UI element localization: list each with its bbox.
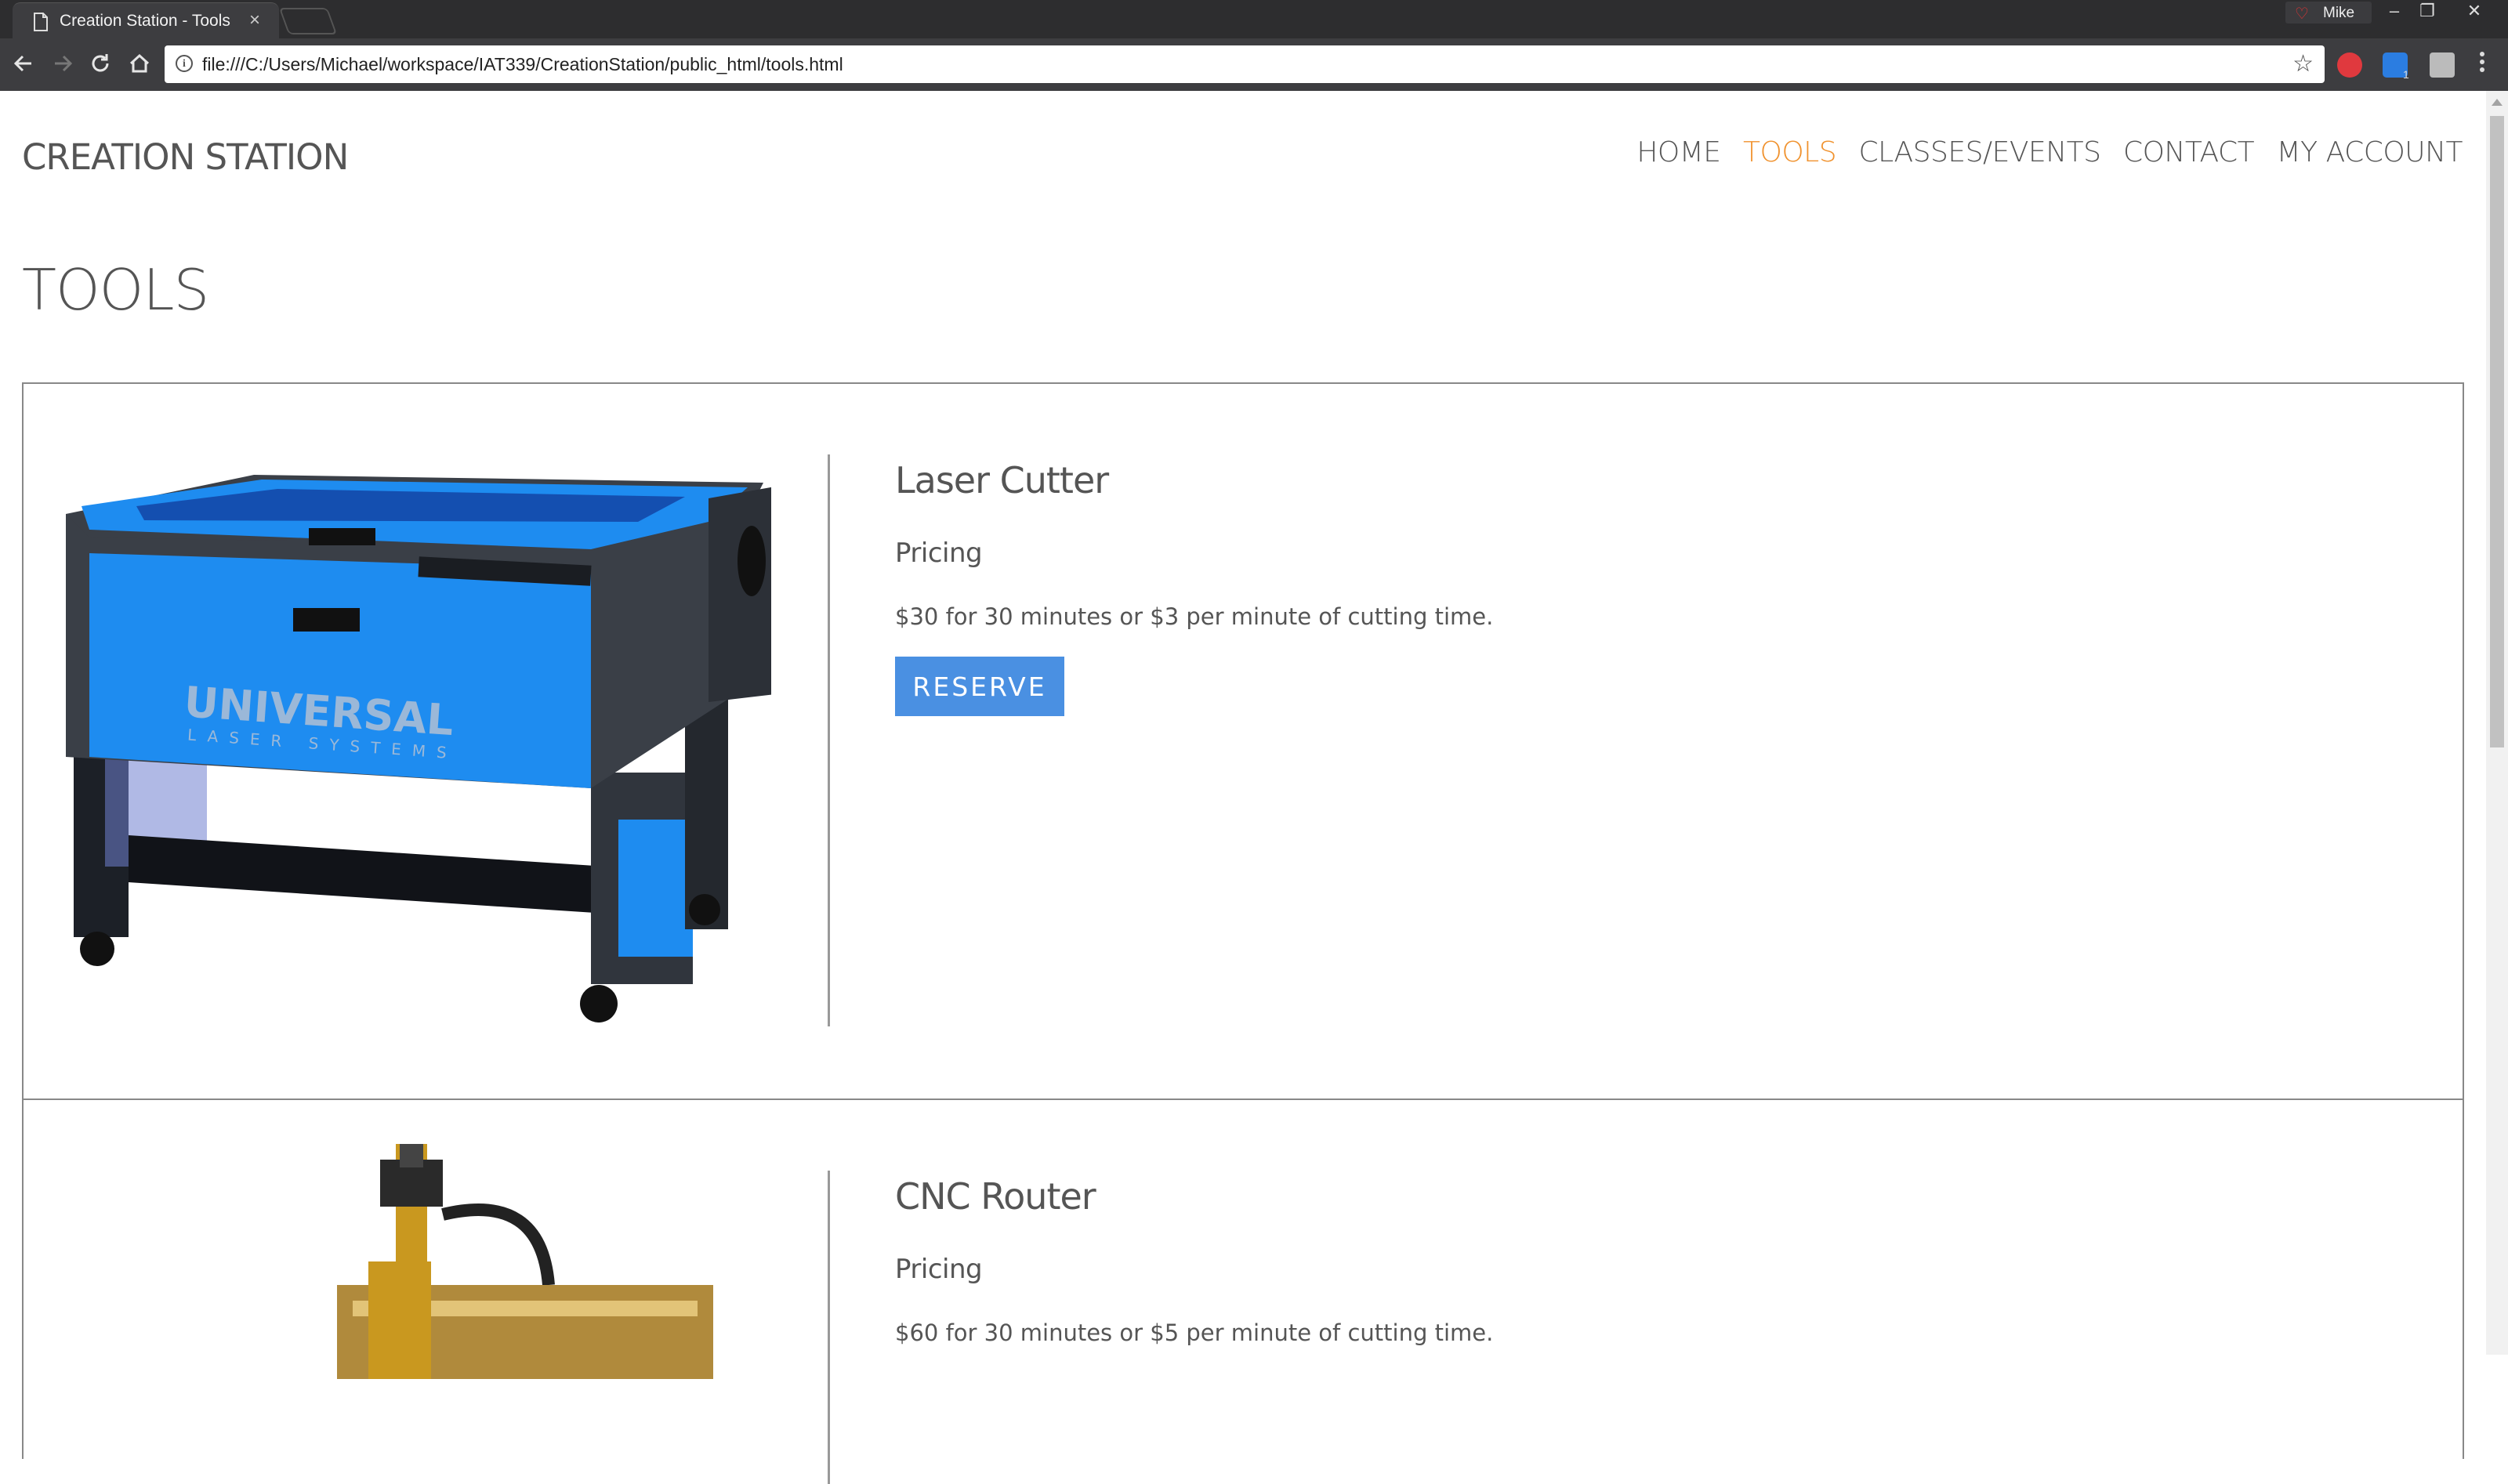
extension-shield-icon[interactable] xyxy=(2337,52,2362,78)
menu-icon[interactable] xyxy=(2477,49,2488,78)
site-brand[interactable]: CREATION STATION xyxy=(22,136,349,178)
tool-name: CNC Router xyxy=(895,1175,1096,1218)
address-bar[interactable]: i file:///C:/Users/Michael/workspace/IAT… xyxy=(165,45,2325,83)
card-divider xyxy=(828,454,830,1026)
profile-name: Mike xyxy=(2323,5,2355,21)
profile-icon: ♡ xyxy=(2295,5,2309,23)
tab-close-icon[interactable]: × xyxy=(249,9,260,31)
new-tab-button[interactable] xyxy=(278,8,338,34)
extension-chat-icon[interactable] xyxy=(2430,52,2455,78)
nav-tools[interactable]: TOOLS xyxy=(1743,136,1837,168)
card-divider xyxy=(828,1171,830,1484)
laser-cutter-image: UNIVERSAL LASER SYSTEMS xyxy=(66,475,771,1023)
reserve-button[interactable]: RESERVE xyxy=(895,657,1064,716)
browser-toolbar: i file:///C:/Users/Michael/workspace/IAT… xyxy=(0,38,2508,91)
web-page: CREATION STATION HOME TOOLS CLASSES/EVEN… xyxy=(0,91,2486,1484)
pricing-label: Pricing xyxy=(895,537,983,569)
forward-icon[interactable] xyxy=(49,49,77,78)
profile-button[interactable]: ♡ Mike xyxy=(2285,2,2372,24)
nav-classes-events[interactable]: CLASSES/EVENTS xyxy=(1859,136,2101,168)
bookmark-star-icon[interactable]: ☆ xyxy=(2292,50,2314,78)
extension-badge: 1 xyxy=(2403,68,2409,81)
browser-tabstrip: Creation Station - Tools × ♡ Mike – ❐ ✕ xyxy=(0,0,2508,38)
price-text: $60 for 30 minutes or $5 per minute of c… xyxy=(895,1319,1494,1346)
home-icon[interactable] xyxy=(125,49,154,78)
tab-title: Creation Station - Tools xyxy=(60,12,230,30)
page-title: TOOLS xyxy=(22,257,209,323)
page-scrollbar[interactable] xyxy=(2486,91,2508,1355)
close-icon[interactable]: ✕ xyxy=(2455,0,2494,22)
nav-home[interactable]: HOME xyxy=(1636,136,1721,168)
nav-contact[interactable]: CONTACT xyxy=(2123,136,2255,168)
price-text: $30 for 30 minutes or $3 per minute of c… xyxy=(895,603,1494,630)
cnc-router-image xyxy=(337,1144,713,1379)
browser-tab[interactable]: Creation Station - Tools × xyxy=(13,2,279,38)
scrollbar-thumb[interactable] xyxy=(2490,116,2504,747)
tool-card-laser-cutter: UNIVERSAL LASER SYSTEMS Laser Cutter Pri… xyxy=(22,382,2464,1100)
tool-card-cnc-router: CNC Router Pricing $60 for 30 minutes or… xyxy=(22,1099,2464,1484)
reload-icon[interactable] xyxy=(86,49,114,78)
page-icon xyxy=(34,13,48,31)
tool-name: Laser Cutter xyxy=(895,459,1109,501)
nav-my-account[interactable]: MY ACCOUNT xyxy=(2277,136,2463,168)
info-icon[interactable]: i xyxy=(176,55,193,72)
url-text[interactable]: file:///C:/Users/Michael/workspace/IAT33… xyxy=(202,54,843,75)
restore-icon[interactable]: ❐ xyxy=(2408,0,2447,22)
main-nav: HOME TOOLS CLASSES/EVENTS CONTACT MY ACC… xyxy=(1618,136,2463,176)
scroll-up-icon[interactable] xyxy=(2492,99,2503,106)
pricing-label: Pricing xyxy=(895,1254,983,1285)
back-icon[interactable] xyxy=(9,49,38,78)
